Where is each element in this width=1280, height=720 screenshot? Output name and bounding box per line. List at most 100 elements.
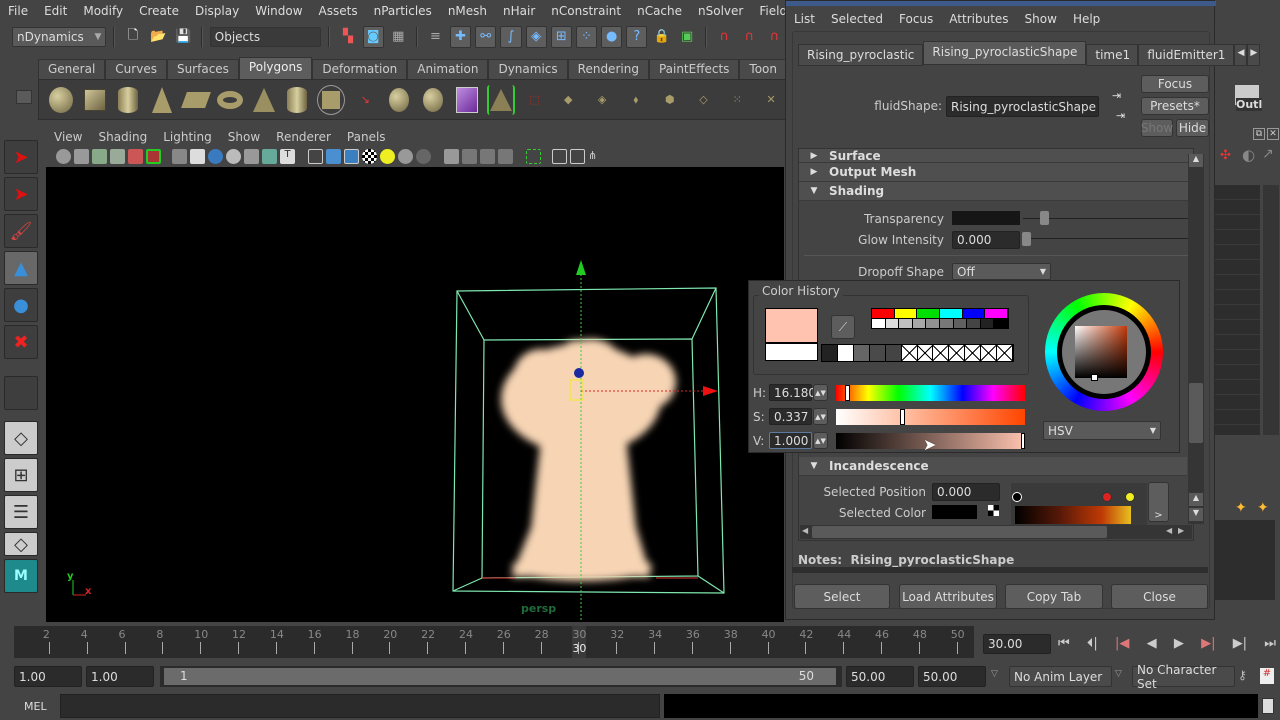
frame-selection-icon[interactable] [552,148,567,164]
safe-title-icon[interactable]: T [280,148,295,164]
command-language-label[interactable]: MEL [24,700,47,713]
scroll-right-icon[interactable]: ▶ [1178,526,1184,535]
playback-start-field[interactable]: 1.00 [86,666,154,687]
menu-modify[interactable]: Modify [75,4,131,18]
extract-icon[interactable] [419,85,447,115]
empty-history-swatch[interactable] [965,345,982,361]
arrow-icon[interactable]: ↗ [1262,146,1274,162]
ae-menu-list[interactable]: List [786,12,823,26]
insert-edge-loop-icon[interactable]: ⬢ [656,85,684,115]
select-hierarchy-icon[interactable]: ▚ [337,26,358,48]
ae-menu-attributes[interactable]: Attributes [941,12,1016,26]
ramp-expand-button[interactable]: > [1148,482,1169,522]
history-swatch[interactable] [885,345,902,361]
play-backwards-icon[interactable]: ◀ [1147,636,1157,651]
presets-button[interactable]: Presets* [1141,97,1209,115]
camera-attributes-icon[interactable] [74,148,89,164]
four-pane-layout-icon[interactable]: ⊞ [4,458,38,492]
empty-history-swatch[interactable] [901,345,918,361]
history-swatch[interactable] [869,345,886,361]
gate-mask-icon[interactable] [226,148,241,164]
use-all-lights-icon[interactable] [398,148,413,164]
playback-end-field[interactable]: 50.00 [846,666,914,687]
isolate-select-icon[interactable] [526,148,541,164]
highlight-selection-icon[interactable]: ▣ [677,26,698,48]
tab-fluidemitter1[interactable]: fluidEmitter1 [1138,44,1235,66]
channel-list[interactable] [1215,185,1260,435]
menu-ncache[interactable]: nCache [629,4,690,18]
glow-intensity-slider-handle[interactable] [1022,232,1031,246]
menu-set-dropdown[interactable]: nDynamics ▼ [12,26,107,47]
step-forward-frame-icon[interactable]: ▶| [1233,636,1247,651]
transparency-swatch[interactable] [952,211,1020,225]
tab-scroll-left-icon[interactable]: ◀ [1234,44,1248,66]
scroll-up-icon[interactable]: ▲ [1189,493,1203,506]
offset-edge-loop-icon[interactable]: ◇ [690,85,718,115]
poly-sphere-icon[interactable] [47,85,75,115]
create-layer-icon[interactable]: ✦ [1235,500,1247,516]
menu-nconstraint[interactable]: nConstraint [543,4,629,18]
safe-action-icon[interactable] [262,148,277,164]
open-scene-icon[interactable]: 📂 [148,26,169,48]
step-back-frame-icon[interactable]: ⏴| [1087,636,1098,651]
output-connections-icon[interactable]: ⇥ [1116,109,1125,122]
anim-layer-dropdown[interactable]: No Anim Layer [1009,666,1112,687]
palette-swatch[interactable] [872,319,886,328]
snap-curve-icon[interactable]: ∩ [739,26,760,48]
select-button[interactable]: Select [794,584,890,609]
shelf-tab-deformation[interactable]: Deformation [312,59,408,79]
v-slider-handle[interactable] [1021,433,1025,449]
end-time-field[interactable]: 50.00 [918,666,986,687]
shelf-tab-curves[interactable]: Curves [105,59,167,79]
contrast-icon[interactable]: ◐ [1242,146,1255,164]
snap-point-icon[interactable]: ∩ [764,26,785,48]
poly-cube-icon[interactable] [81,85,109,115]
palette-swatch[interactable] [985,309,1009,318]
poly-cylinder-icon[interactable] [115,85,143,115]
xray-joints-icon[interactable] [462,148,477,164]
persp-graph-layout-icon[interactable]: ◇ [4,532,38,556]
outliner-button[interactable]: Outl [1236,98,1263,111]
animation-preferences-icon[interactable]: # [1260,668,1274,684]
frame-all-icon[interactable] [570,148,585,164]
auto-key-icon[interactable]: ⚷ [1238,668,1247,682]
image-plane-icon[interactable] [110,148,125,164]
palette-swatch[interactable] [939,319,954,328]
color-mode-dropdown[interactable]: HSV ▼ [1043,421,1161,440]
channel-scrollbar[interactable] [1263,185,1279,435]
v-field[interactable]: 1.000 [769,432,812,449]
last-tool-slot[interactable] [4,376,38,410]
select-component-icon[interactable]: ▦ [388,26,409,48]
shelf-tab-toon[interactable]: Toon [739,59,788,79]
two-d-pan-icon[interactable] [128,148,143,164]
use-default-light-icon[interactable] [380,148,395,164]
command-input[interactable] [60,694,660,718]
poly-cone-icon[interactable] [148,85,176,115]
shelf-options-button[interactable] [16,90,32,104]
rotate-tool-icon[interactable]: ● [4,288,38,322]
selection-mode-field[interactable]: Objects [209,26,322,47]
palette-swatch[interactable] [894,309,918,318]
menu-nhair[interactable]: nHair [495,4,543,18]
viewport-menu-show[interactable]: Show [220,130,268,144]
textured-icon[interactable] [362,148,377,164]
merge-icon[interactable]: ⁙ [723,85,751,115]
palette-swatch[interactable] [872,309,895,318]
shelf-tab-painteffects[interactable]: PaintEffects [648,59,740,79]
shelf-tab-general[interactable]: General [38,59,106,79]
new-scene-icon[interactable]: 🗋 [122,26,143,48]
sv-picker-handle[interactable] [1091,374,1098,381]
h-slider-handle[interactable] [844,385,850,401]
combine-icon[interactable]: ↘ [351,85,379,115]
horizontal-scrollbar-thumb[interactable] [812,526,1107,538]
ae-menu-selected[interactable]: Selected [823,12,891,26]
snap-grid-icon[interactable]: ∩ [714,26,735,48]
load-attributes-button[interactable]: Load Attributes [899,584,997,609]
poly-plane-icon[interactable] [181,85,211,115]
empty-history-swatch[interactable] [981,345,998,361]
scroll-down-icon[interactable]: ▼ [1189,508,1203,521]
camera-icon[interactable] [56,148,71,164]
cut-faces-icon[interactable]: ✕ [757,85,785,115]
split-polygon-icon[interactable]: ⬧ [622,85,650,115]
tab-rising-pyroclasticshape[interactable]: Rising_pyroclasticShape [923,41,1087,65]
